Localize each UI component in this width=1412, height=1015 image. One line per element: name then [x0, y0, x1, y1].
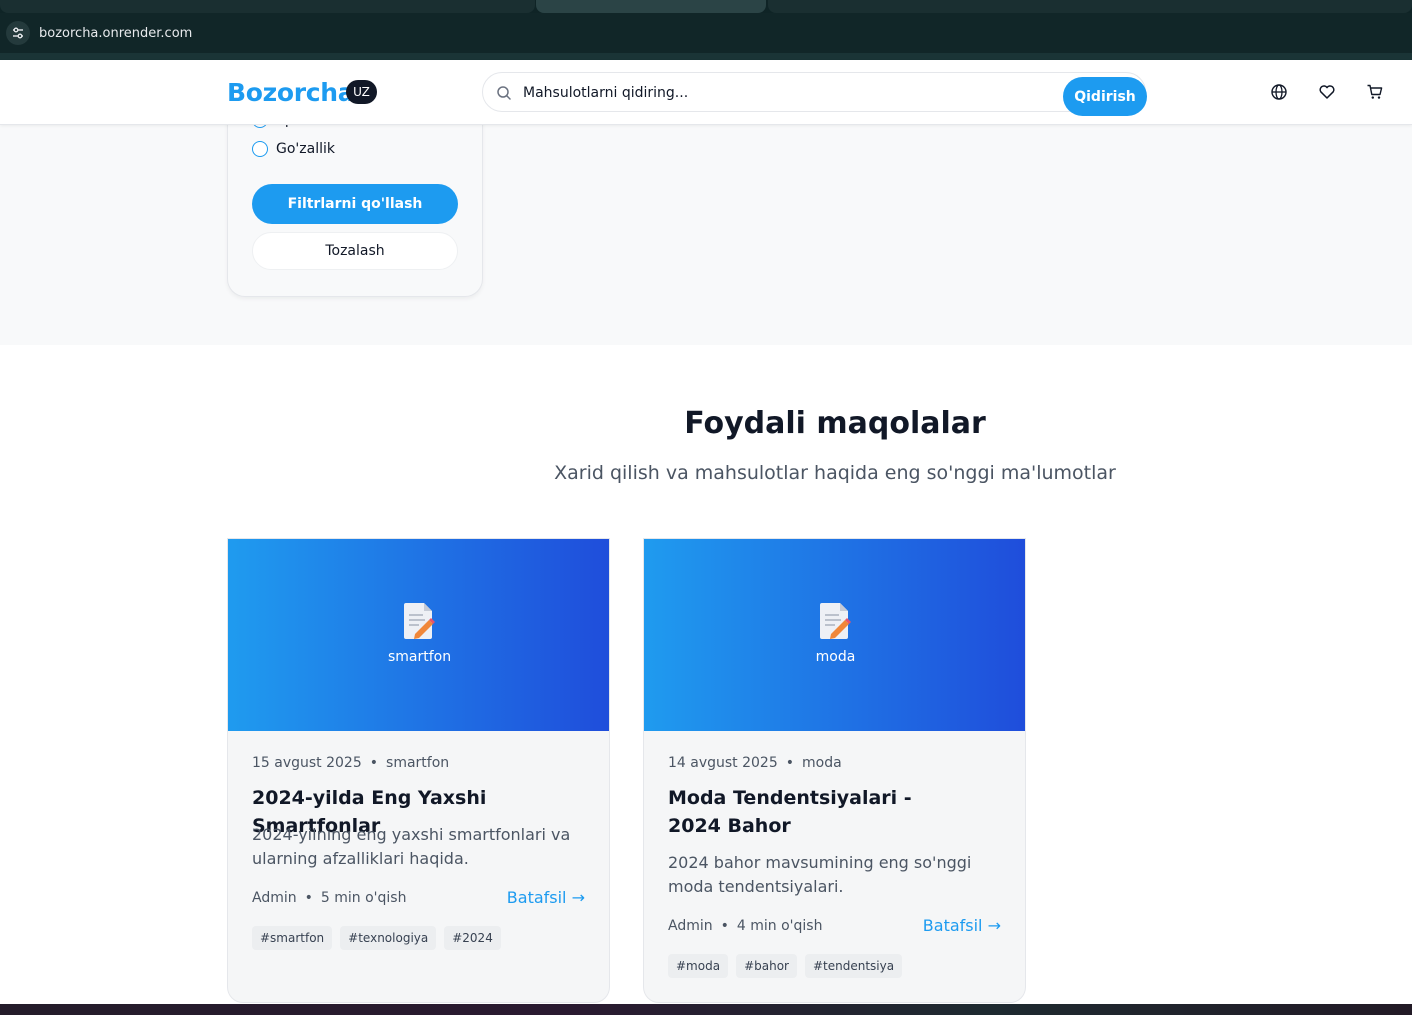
browser-tab-active[interactable] — [536, 0, 766, 13]
article-read-time: 4 min o'qish — [736, 918, 823, 934]
os-taskbar — [0, 1004, 1412, 1015]
catalog-section: Sport Go'zallik Filtrlarni qo'llash Toza… — [0, 95, 1412, 345]
article-meta: 15 avgust 2025 • smartfon — [252, 755, 450, 771]
article-tags: #moda #bahor #tendentsiya — [668, 954, 903, 978]
article-tag[interactable]: #tendentsiya — [804, 954, 903, 978]
article-author: Admin — [668, 918, 713, 934]
article-author: Admin — [252, 890, 297, 906]
article-byline: Admin • 5 min o'qish — [252, 890, 407, 906]
article-excerpt: 2024-yilning eng yaxshi smartfonlari va … — [252, 825, 571, 868]
language-badge[interactable]: UZ — [346, 80, 377, 104]
browser-tab-strip — [0, 0, 1412, 13]
article-date: 14 avgust 2025 — [668, 755, 778, 771]
article-read-time: 5 min o'qish — [320, 890, 407, 906]
article-excerpt: 2024 bahor mavsumining eng so'nggi moda … — [668, 853, 972, 896]
memo-icon — [820, 603, 851, 639]
browser-separator — [0, 53, 1412, 60]
read-more-link[interactable]: Batafsil → — [507, 888, 585, 907]
article-tag[interactable]: #smartfon — [252, 926, 333, 950]
browser-tab[interactable] — [768, 0, 1412, 13]
article-hero-label: smartfon — [387, 649, 452, 665]
browser-tab[interactable] — [0, 0, 535, 13]
article-card[interactable]: smartfon 15 avgust 2025 • smartfon 2024-yi… — [227, 538, 610, 1003]
heart-icon[interactable] — [1318, 83, 1336, 101]
articles-subtitle: Xarid qilish va mahsulotlar haqida eng s… — [554, 462, 1116, 484]
apply-filters-button[interactable]: Filtrlarni qo'llash — [252, 184, 458, 224]
article-tag[interactable]: #bahor — [736, 954, 797, 978]
site-logo[interactable]: Bozorcha — [227, 78, 355, 107]
filter-option-label: Go'zallik — [276, 141, 335, 157]
article-tag[interactable]: #2024 — [444, 926, 501, 950]
read-more-link[interactable]: Batafsil → — [923, 916, 1001, 935]
article-category: moda — [802, 755, 842, 771]
site-header: Bozorcha UZ Qidirish — [0, 60, 1412, 125]
filter-panel: Sport Go'zallik Filtrlarni qo'llash Toza… — [227, 95, 483, 297]
memo-icon — [404, 603, 435, 639]
article-tag[interactable]: #texnologiya — [340, 926, 437, 950]
article-card[interactable]: moda 14 avgust 2025 • moda Moda Tendentsiy… — [643, 538, 1026, 1003]
url-text[interactable]: bozorcha.onrender.com — [39, 26, 192, 41]
search-input[interactable] — [523, 81, 1043, 105]
article-hero-label: moda — [815, 649, 856, 665]
filter-option-gozallik[interactable]: Go'zallik — [252, 141, 335, 157]
radio-button[interactable] — [252, 141, 268, 157]
search-button[interactable]: Qidirish — [1063, 77, 1147, 116]
article-tags: #smartfon #texnologiya #2024 — [252, 926, 501, 950]
search-bar: Qidirish — [482, 72, 1147, 116]
article-byline: Admin • 4 min o'qish — [668, 918, 823, 934]
article-hero: moda — [644, 539, 1025, 731]
article-meta: 14 avgust 2025 • moda — [668, 755, 842, 771]
clear-filters-button[interactable]: Tozalash — [252, 232, 458, 270]
article-hero: smartfon — [228, 539, 609, 731]
globe-icon[interactable] — [1270, 83, 1288, 101]
article-date: 15 avgust 2025 — [252, 755, 362, 771]
address-bar[interactable]: bozorcha.onrender.com — [0, 13, 1412, 53]
article-tag[interactable]: #moda — [668, 954, 729, 978]
article-category: smartfon — [386, 755, 450, 771]
site-settings-icon[interactable] — [6, 21, 30, 45]
search-icon — [497, 86, 511, 100]
article-title[interactable]: Moda Tendentsiyalari - 2024 Bahor — [668, 784, 968, 840]
cart-icon[interactable] — [1366, 83, 1384, 101]
articles-title: Foydali maqolalar — [684, 406, 986, 441]
